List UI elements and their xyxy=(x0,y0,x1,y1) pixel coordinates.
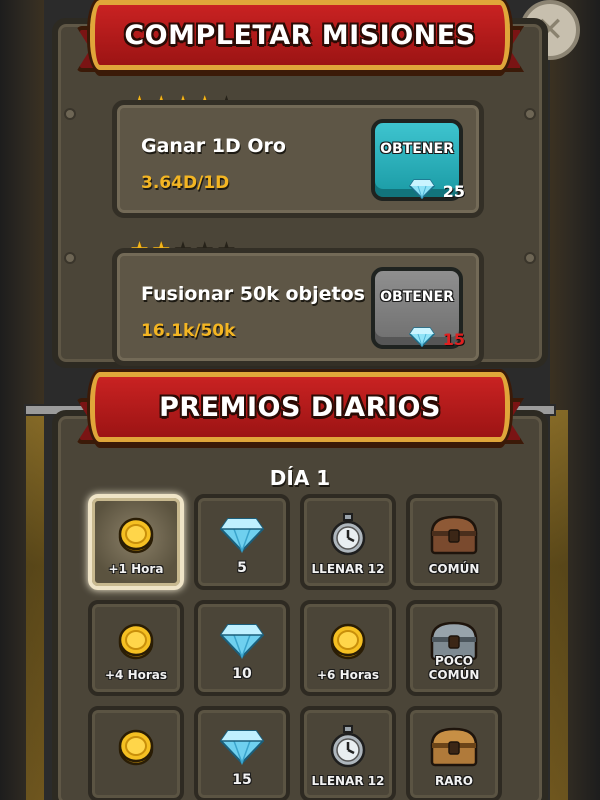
reward-tile[interactable]: +1 Hora xyxy=(88,494,184,590)
reward-label: +1 Hora xyxy=(108,562,164,576)
reward-label: 15 xyxy=(232,772,252,788)
reward-label: LLENAR 12 xyxy=(311,774,385,788)
reward-label: RARO xyxy=(435,774,473,788)
diamond-icon xyxy=(198,618,286,664)
chest-common-icon xyxy=(410,512,498,558)
daily-title: PREMIOS DIARIOS xyxy=(159,391,441,423)
reward-label: LLENAR 12 xyxy=(311,562,385,576)
chest-rare-icon xyxy=(410,724,498,770)
mission-progress: 16.1k/50k xyxy=(141,321,236,341)
diamond-icon xyxy=(198,724,286,770)
reward-tile[interactable]: 15 xyxy=(194,706,290,800)
reward-label: +4 Horas xyxy=(104,668,168,682)
reward-tile[interactable]: COMÚN xyxy=(406,494,502,590)
cost-value: 25 xyxy=(442,181,465,201)
mission-progress: 3.64D/1D xyxy=(141,173,230,193)
cost-value: 15 xyxy=(442,329,465,349)
mission-name: Ganar 1D Oro xyxy=(141,135,286,157)
stopwatch-icon xyxy=(304,724,392,770)
day-label: DÍA 1 xyxy=(269,466,331,490)
missions-banner: COMPLETAR MISIONES xyxy=(76,0,524,72)
reward-tile[interactable]: LLENAR 12 xyxy=(300,706,396,800)
mission-card: Fusionar 50k objetos 16.1k/50k OBTENER 1… xyxy=(112,248,484,366)
diamond-icon xyxy=(408,179,435,203)
reward-label: 5 xyxy=(237,560,247,576)
reward-tile[interactable]: RARO xyxy=(406,706,502,800)
diamond-icon xyxy=(198,512,286,558)
background-left xyxy=(0,0,44,800)
obtain-button-label: OBTENER xyxy=(380,289,454,305)
reward-label: +6 Horas xyxy=(316,668,380,682)
coin-icon xyxy=(92,724,180,770)
reward-tile[interactable]: +6 Horas xyxy=(300,600,396,696)
reward-label: COMÚN xyxy=(428,562,480,576)
reward-tile[interactable]: POCO COMÚN xyxy=(406,600,502,696)
mission-cost: 25 xyxy=(408,179,465,203)
coin-icon xyxy=(92,618,180,664)
missions-title: COMPLETAR MISIONES xyxy=(124,19,476,51)
reward-label: 10 xyxy=(232,666,252,682)
diamond-icon xyxy=(408,327,435,351)
reward-grid: +1 Hora 5 LLENAR 12 COMÚN +4 Horas 10 +6 Horas… xyxy=(88,494,502,800)
mission-card: Ganar 1D Oro 3.64D/1D OBTENER 25 xyxy=(112,100,484,218)
reward-tile[interactable]: LLENAR 12 xyxy=(300,494,396,590)
reward-tile[interactable] xyxy=(88,706,184,800)
daily-banner: PREMIOS DIARIOS xyxy=(76,372,524,444)
stopwatch-icon xyxy=(304,512,392,558)
reward-tile[interactable]: 10 xyxy=(194,600,290,696)
obtain-button-label: OBTENER xyxy=(380,141,454,157)
reward-tile[interactable]: 5 xyxy=(194,494,290,590)
reward-label: POCO COMÚN xyxy=(428,654,480,682)
coin-icon xyxy=(92,512,180,558)
mission-name: Fusionar 50k objetos xyxy=(141,283,365,305)
coin-icon xyxy=(304,618,392,664)
mission-cost: 15 xyxy=(408,327,465,351)
background-right xyxy=(550,0,600,800)
reward-tile[interactable]: +4 Horas xyxy=(88,600,184,696)
